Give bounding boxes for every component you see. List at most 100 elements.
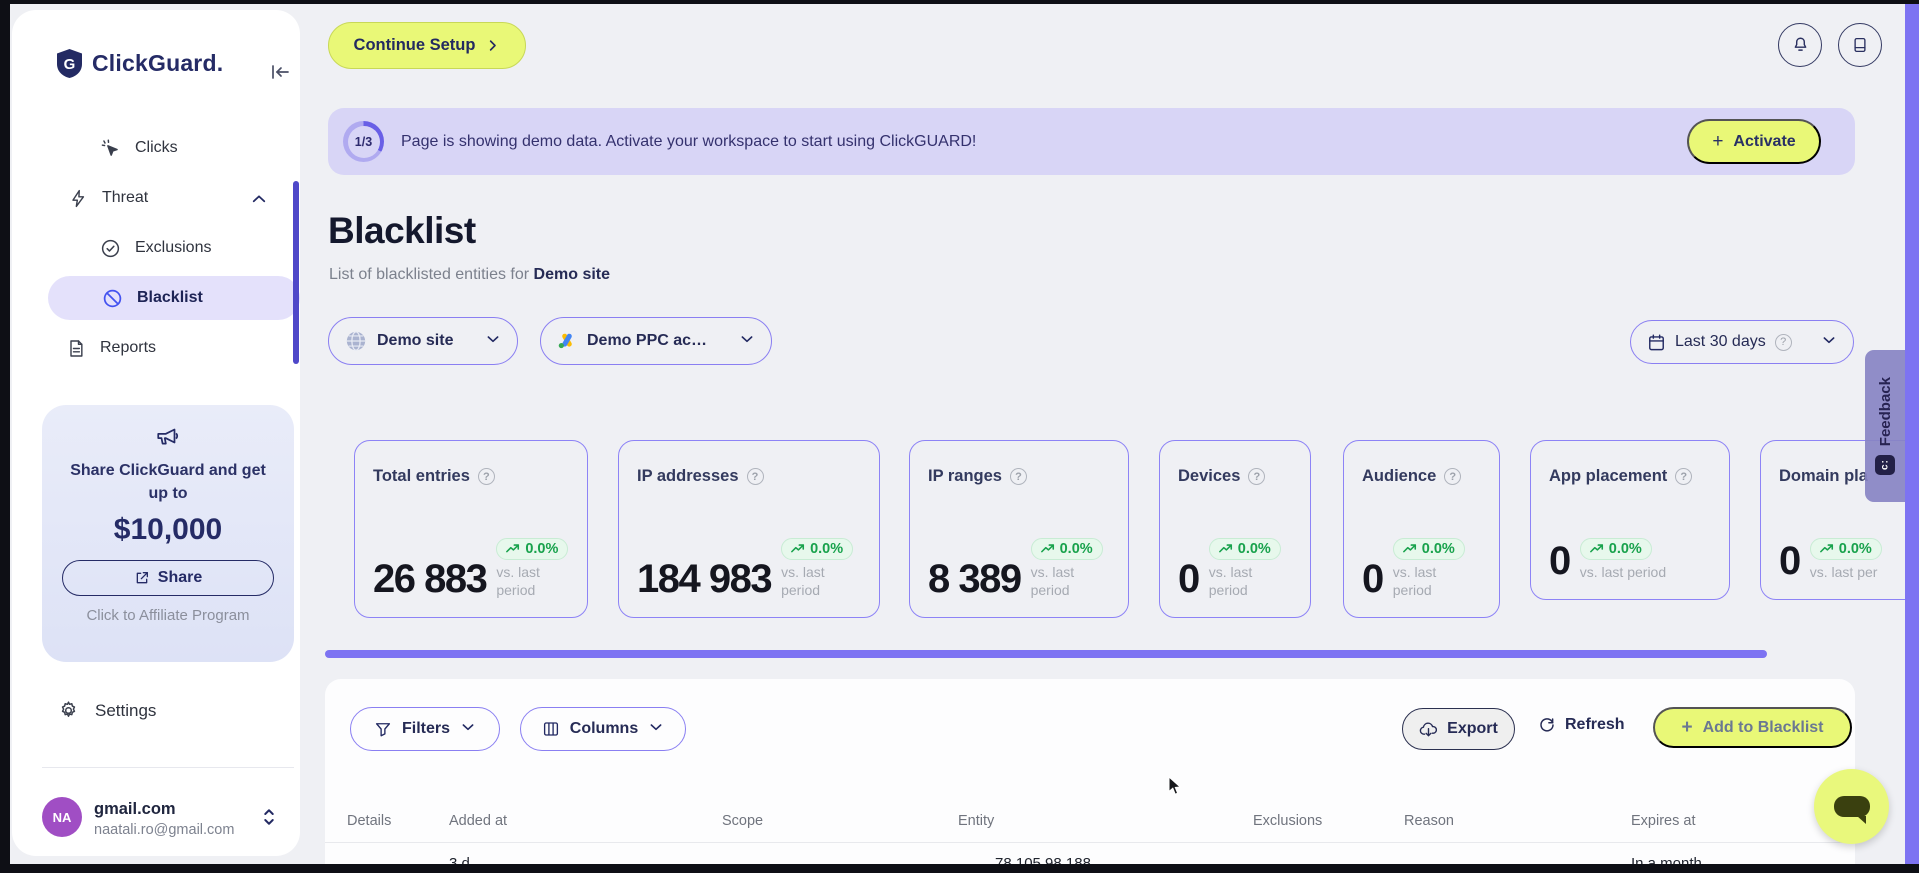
gear-icon [61, 701, 76, 717]
stat-note: vs. last per [1809, 563, 1878, 580]
trend-up-icon [791, 543, 805, 553]
svg-text:G: G [64, 56, 76, 73]
sidebar-item-settings[interactable]: Settings [58, 700, 156, 721]
brand-logo: G ClickGuard. [56, 48, 223, 79]
share-button-label: Share [157, 569, 203, 587]
cards-horizontal-scrollbar[interactable] [325, 650, 1767, 658]
sidebar-scrollbar-thumb[interactable] [293, 181, 299, 364]
chevron-up-icon[interactable] [250, 190, 268, 213]
sidebar-item-reports[interactable]: Reports [66, 332, 156, 364]
trend-up-icon [1589, 544, 1603, 553]
window-frame-bottom [0, 864, 1919, 873]
sidebar-item-threat[interactable]: Threat [68, 182, 148, 214]
chevron-down-icon [485, 331, 501, 352]
book-icon [1854, 37, 1866, 53]
column-header-expires-at[interactable]: Expires at [1631, 813, 1695, 829]
stat-value: 0 [1779, 539, 1801, 583]
avatar[interactable]: NA [42, 797, 82, 837]
stat-note: vs. last period [781, 563, 825, 598]
add-to-blacklist-label: Add to Blacklist [1702, 718, 1824, 736]
account-switcher-icon[interactable] [260, 807, 278, 832]
delta-badge: 0.0% [1208, 537, 1281, 560]
clickguard-shield-icon: G [57, 49, 82, 78]
column-header-reason[interactable]: Reason [1404, 813, 1454, 829]
stat-card-devices: Devices? 0 0.0% vs. last period [1159, 440, 1311, 618]
badge-check-icon [101, 239, 120, 257]
cursor-click-icon [101, 138, 118, 156]
stat-value: 26 883 [373, 557, 488, 601]
stat-card-ip-ranges: IP ranges? 8 389 0.0% vs. last period [909, 440, 1129, 618]
affiliate-link[interactable]: Click to Affiliate Program [86, 607, 249, 624]
chat-bubble-icon [1833, 796, 1870, 824]
refresh-icon [1540, 718, 1554, 732]
add-to-blacklist-button[interactable]: + Add to Blacklist [1653, 707, 1852, 748]
ppc-selector-value: Demo PPC ac… [587, 332, 708, 349]
column-header-exclusions[interactable]: Exclusions [1253, 813, 1322, 829]
sidebar-item-clicks[interactable]: Clicks [100, 132, 178, 164]
activate-button[interactable]: + Activate [1687, 119, 1821, 164]
filters-label: Filters [401, 720, 450, 737]
delta-badge: 0.0% [1579, 537, 1652, 560]
document-icon [70, 339, 83, 357]
trend-up-icon [1819, 544, 1833, 553]
stat-label: Total entries [373, 467, 470, 485]
funnel-icon [375, 723, 391, 737]
sidebar-collapse-icon[interactable] [268, 60, 292, 84]
column-header-scope[interactable]: Scope [722, 813, 763, 829]
chat-launcher-button[interactable] [1814, 769, 1889, 844]
help-icon: ? [1009, 468, 1027, 485]
account-name: gmail.com [94, 800, 176, 818]
megaphone-icon [157, 428, 179, 445]
sidebar-item-exclusions[interactable]: Exclusions [100, 232, 211, 264]
page-subtitle-site: Demo site [533, 266, 611, 283]
column-header-added-at[interactable]: Added at [449, 813, 507, 829]
table-header-divider [325, 842, 1855, 843]
banner-message: Page is showing demo data. Activate your… [401, 132, 977, 150]
feedback-label: Feedback [1876, 377, 1894, 447]
chevron-down-icon [460, 719, 476, 740]
export-button[interactable]: Export [1402, 708, 1515, 750]
notifications-button[interactable] [1778, 23, 1822, 67]
continue-setup-button[interactable]: Continue Setup [328, 22, 526, 69]
stat-value: 184 983 [637, 557, 773, 601]
site-selector[interactable]: Demo site [328, 317, 518, 365]
refresh-button[interactable]: Refresh [1538, 716, 1625, 734]
stat-value: 0 [1178, 557, 1200, 601]
share-button[interactable]: Share [62, 560, 274, 597]
window-frame-left [0, 0, 10, 873]
docs-button[interactable] [1838, 23, 1882, 67]
sidebar-item-label: Clicks [135, 139, 178, 156]
filters-button[interactable]: Filters [350, 707, 500, 751]
chevron-down-icon [1821, 332, 1837, 353]
mouse-cursor [1168, 776, 1182, 795]
sidebar-item-blacklist[interactable]: Blacklist [48, 276, 300, 320]
stat-label: App placement [1549, 467, 1668, 485]
sidebar-item-label: Threat [102, 189, 149, 206]
ppc-account-selector[interactable]: Demo PPC ac… [540, 317, 772, 365]
column-header-details[interactable]: Details [347, 813, 391, 829]
sidebar: G ClickGuard. Clicks Threat Exclusions B… [12, 10, 300, 856]
chevron-right-icon [490, 40, 497, 51]
page-vertical-scrollbar[interactable] [1905, 4, 1919, 864]
help-icon: ? [1444, 468, 1462, 485]
sidebar-item-label: Blacklist [137, 289, 203, 306]
ban-icon [103, 289, 122, 307]
columns-button[interactable]: Columns [520, 707, 686, 751]
globe-icon [346, 331, 366, 351]
continue-setup-label: Continue Setup [353, 36, 476, 54]
trend-up-icon [506, 543, 520, 553]
window-frame-top [0, 0, 1919, 4]
feedback-tab[interactable]: Feedback c: [1865, 350, 1905, 502]
stat-note: vs. last period [1579, 563, 1667, 580]
date-range-selector[interactable]: Last 30 days ? [1630, 320, 1854, 364]
delta-badge: 0.0% [1392, 537, 1465, 560]
stat-label: Devices [1178, 467, 1241, 485]
settings-label: Settings [95, 700, 157, 720]
column-header-entity[interactable]: Entity [958, 813, 994, 829]
help-icon: ? [1675, 468, 1693, 485]
delta-badge: 0.0% [496, 537, 569, 560]
cloud-download-icon [1419, 722, 1438, 736]
account-email: naatali.ro@gmail.com [94, 822, 235, 838]
help-icon: ? [477, 468, 495, 485]
site-selector-value: Demo site [377, 332, 454, 349]
